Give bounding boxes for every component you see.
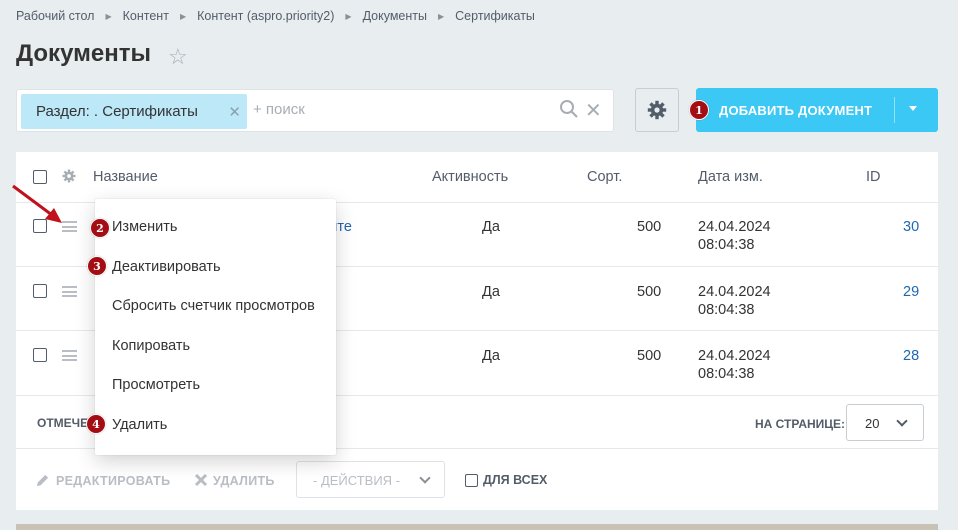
row-active: Да (482, 219, 500, 235)
clear-icon[interactable]: ✕ (585, 98, 602, 123)
row-time: 08:04:38 (698, 302, 755, 318)
actions-select[interactable]: - ДЕЙСТВИЯ - (296, 461, 445, 498)
select-all-checkbox[interactable] (33, 170, 47, 184)
chevron-right-icon: ▶ (105, 11, 112, 21)
row-date: 24.04.2024 (698, 284, 771, 300)
step-badge-1: 1 (689, 100, 709, 120)
column-header-date[interactable]: Дата изм. (698, 169, 763, 185)
button-divider (894, 97, 895, 123)
settings-button[interactable] (635, 88, 679, 132)
breadcrumb: Рабочий стол ▶ Контент ▶ Контент (aspro.… (16, 9, 535, 23)
step-badge-2: 2 (90, 218, 110, 238)
column-header-name[interactable]: Название (93, 169, 158, 185)
row-checkbox[interactable] (33, 284, 47, 298)
chevron-down-icon (419, 472, 431, 484)
actions-select-value: - ДЕЙСТВИЯ - (313, 473, 401, 488)
breadcrumb-item-documents[interactable]: Документы (363, 9, 427, 23)
for-all-label: ДЛЯ ВСЕХ (483, 473, 548, 487)
breadcrumb-item-certificates[interactable]: Сертификаты (455, 9, 535, 23)
row-menu-icon[interactable] (62, 350, 77, 361)
group-actions-bar: РЕДАКТИРОВАТЬ УДАЛИТЬ - ДЕЙСТВИЯ - ДЛЯ В… (16, 448, 938, 510)
row-time: 08:04:38 (698, 237, 755, 253)
row-time: 08:04:38 (698, 366, 755, 382)
row-id[interactable]: 29 (903, 284, 919, 300)
chevron-down-icon (896, 415, 908, 427)
row-context-menu: Изменить Деактивировать Сбросить счетчик… (95, 199, 336, 455)
row-active: Да (482, 284, 500, 300)
menu-item-edit[interactable]: Изменить (112, 219, 177, 235)
add-document-button[interactable]: ДОБАВИТЬ ДОКУМЕНТ (696, 88, 938, 132)
row-date: 24.04.2024 (698, 219, 771, 235)
page-title: Документы (16, 40, 151, 67)
per-page-value: 20 (865, 416, 880, 431)
edit-action-button[interactable]: РЕДАКТИРОВАТЬ (56, 474, 170, 488)
menu-item-copy[interactable]: Копировать (112, 338, 190, 354)
row-id[interactable]: 28 (903, 348, 919, 364)
menu-item-delete[interactable]: Удалить (112, 417, 167, 433)
row-date: 24.04.2024 (698, 348, 771, 364)
chevron-right-icon: ▶ (345, 11, 352, 21)
menu-item-reset-views[interactable]: Сбросить счетчик просмотров (112, 298, 315, 314)
breadcrumb-item-desktop[interactable]: Рабочий стол (16, 9, 94, 23)
for-all-checkbox[interactable] (465, 474, 478, 487)
close-icon[interactable]: ✕ (228, 103, 241, 121)
pencil-icon (36, 474, 49, 487)
delete-action-button[interactable]: УДАЛИТЬ (213, 474, 275, 488)
row-sort: 500 (637, 284, 662, 300)
close-icon (194, 473, 208, 487)
star-icon[interactable]: ☆ (168, 44, 188, 70)
menu-item-deactivate[interactable]: Деактивировать (112, 259, 221, 275)
row-menu-icon[interactable] (62, 221, 77, 232)
gear-icon (647, 100, 667, 120)
caret-down-icon[interactable] (909, 106, 917, 111)
row-id[interactable]: 30 (903, 219, 919, 235)
row-active: Да (482, 348, 500, 364)
row-sort: 500 (637, 219, 662, 235)
step-badge-3: 3 (87, 256, 107, 276)
row-checkbox[interactable] (33, 348, 47, 362)
chevron-right-icon: ▶ (438, 11, 445, 21)
chevron-right-icon: ▶ (179, 11, 187, 21)
gear-icon[interactable] (62, 169, 76, 183)
breadcrumb-item-content-aspro[interactable]: Контент (aspro.priority2) (197, 9, 334, 23)
add-document-label: ДОБАВИТЬ ДОКУМЕНТ (719, 103, 873, 118)
filter-tag-section[interactable]: Раздел: . Сертификаты ✕ (21, 94, 247, 129)
bottom-strip (16, 524, 938, 530)
row-checkbox[interactable] (33, 219, 47, 233)
column-header-id[interactable]: ID (866, 169, 881, 185)
per-page-select[interactable]: 20 (846, 404, 924, 441)
menu-item-view[interactable]: Просмотреть (112, 377, 200, 393)
row-sort: 500 (637, 348, 662, 364)
breadcrumb-item-content[interactable]: Контент (123, 9, 169, 23)
search-input[interactable]: + поиск (253, 101, 305, 118)
filter-tag-label: Раздел: . Сертификаты (36, 103, 198, 120)
step-badge-4: 4 (86, 414, 106, 434)
search-icon[interactable] (559, 99, 579, 119)
column-header-active[interactable]: Активность (432, 169, 508, 185)
row-menu-icon[interactable] (62, 286, 77, 297)
selected-count-label: ОТМЕЧЕ (37, 416, 89, 430)
filter-search-box[interactable]: Раздел: . Сертификаты ✕ + поиск ✕ (16, 89, 614, 132)
column-header-sort[interactable]: Сорт. (587, 169, 622, 185)
per-page-label: НА СТРАНИЦЕ: (755, 417, 846, 431)
